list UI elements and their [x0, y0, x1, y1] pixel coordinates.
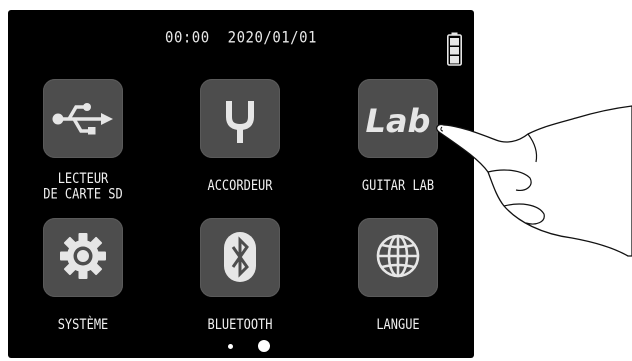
- menu-label-bluetooth: BLUETOOTH: [207, 315, 273, 333]
- menu-label-tuner: ACCORDEUR: [207, 176, 273, 194]
- menu-tile-tuner[interactable]: [200, 79, 280, 158]
- menu-tile-sd-card-reader[interactable]: [43, 79, 123, 158]
- device-screen: 00:00 2020/01/01 LECTEUR DE CARTE SD ACC…: [8, 10, 474, 358]
- svg-text:Lab: Lab: [366, 102, 431, 140]
- tuning-fork-icon: [226, 101, 254, 143]
- illustration: 00:00 2020/01/01 LECTEUR DE CARTE SD ACC…: [0, 0, 632, 361]
- usb-icon: [52, 103, 113, 135]
- menu-label-sd-card-reader: LECTEUR DE CARTE SD: [43, 169, 123, 203]
- menu-label-system: SYSTÈME: [57, 315, 109, 333]
- page-dot-2-active[interactable]: [258, 340, 270, 352]
- menu-label-language: LANGUE: [376, 315, 420, 333]
- clock-date: 2020/01/01: [227, 28, 317, 48]
- pointing-hand-icon: [436, 105, 632, 257]
- menu-tile-system[interactable]: [43, 218, 123, 297]
- status-bar: 00:00 2020/01/01: [8, 28, 474, 48]
- battery-full-icon: [447, 32, 462, 66]
- page-dot-1[interactable]: [228, 344, 233, 349]
- menu-tile-bluetooth[interactable]: [200, 218, 280, 297]
- clock-time: 00:00: [165, 28, 210, 48]
- gear-icon: [60, 233, 106, 279]
- bluetooth-icon: [224, 232, 256, 282]
